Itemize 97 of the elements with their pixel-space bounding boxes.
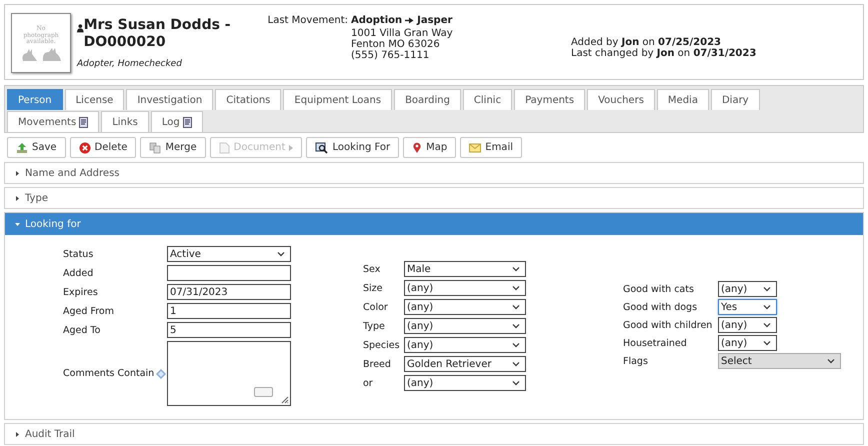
merge-icon — [149, 142, 162, 154]
dropdown[interactable]: Active — [167, 246, 291, 262]
field-label: Sex — [363, 264, 382, 274]
caret-right-icon — [15, 196, 20, 200]
text-area[interactable] — [167, 341, 291, 406]
field-label: Species — [363, 340, 401, 350]
dropdown[interactable]: Select — [718, 353, 841, 369]
tab[interactable]: Vouchers — [587, 89, 655, 110]
delete-icon — [78, 142, 91, 154]
caret-right-icon — [289, 144, 294, 150]
tab[interactable]: Media — [656, 89, 709, 110]
toolbar-button[interactable]: Merge — [140, 137, 206, 158]
chevron-down-icon — [512, 266, 520, 272]
input-field[interactable]: 5 — [167, 322, 291, 338]
input-field[interactable]: 07/31/2023 — [167, 284, 291, 300]
field-label: Status — [63, 248, 94, 260]
search-icon — [315, 142, 328, 154]
tab[interactable]: Person — [7, 89, 63, 110]
person-flags: Adopter, Homechecked — [77, 59, 183, 69]
chevron-down-icon — [512, 323, 520, 329]
input-field[interactable] — [167, 265, 291, 281]
chevron-down-icon — [512, 380, 520, 386]
tab[interactable]: Investigation — [126, 89, 214, 110]
toolbar-button[interactable]: Save — [7, 137, 66, 158]
tab[interactable]: Payments — [514, 89, 586, 110]
chevron-down-icon — [512, 304, 520, 310]
dropdown[interactable]: (any) — [404, 375, 526, 391]
field-label: Breed — [363, 358, 392, 370]
toolbar-button[interactable]: Email — [460, 137, 522, 158]
chevron-down-icon — [512, 342, 520, 348]
tab[interactable]: Citations — [215, 89, 282, 110]
chevron-down-icon — [827, 358, 835, 364]
field-label: Good with cats — [623, 284, 695, 294]
tab[interactable]: Boarding — [394, 89, 461, 110]
person-icon — [77, 22, 84, 34]
document-icon — [182, 116, 192, 128]
caret-right-icon — [15, 170, 20, 176]
toolbar-button[interactable]: Delete — [70, 137, 136, 158]
dropdown[interactable]: (any) — [718, 281, 777, 297]
save-icon — [16, 142, 28, 154]
document-icon — [79, 116, 88, 128]
tab[interactable]: Log — [150, 111, 203, 132]
dropdown[interactable]: (any) — [718, 335, 777, 351]
tab[interactable]: Clinic — [462, 89, 512, 110]
tab[interactable]: Equipment Loans — [283, 89, 392, 110]
chevron-down-icon — [277, 251, 285, 257]
field-label: Good with children — [623, 320, 714, 330]
input-field[interactable]: 1 — [167, 303, 291, 319]
tab[interactable]: Diary — [710, 89, 760, 110]
toolbar-button[interactable]: Map — [403, 137, 456, 158]
field-label: Housetrained — [623, 338, 688, 348]
map-pin-icon — [412, 142, 422, 154]
tab[interactable]: Movements — [7, 111, 100, 132]
field-label: or — [363, 378, 374, 388]
resize-grip-icon[interactable] — [281, 396, 289, 404]
dropdown[interactable]: Yes — [718, 299, 777, 315]
tab[interactable]: License — [64, 89, 124, 110]
chevron-down-icon — [512, 361, 520, 367]
field-label: Color — [363, 302, 389, 312]
field-label: Aged From — [63, 306, 114, 316]
chevron-down-icon — [763, 340, 771, 346]
envelope-icon — [469, 142, 482, 152]
person-name: Mrs Susan Dodds - DO000020 — [84, 17, 232, 51]
animal-name: Jasper — [417, 15, 452, 26]
address-line: Fenton MO 63026 — [351, 39, 441, 50]
field-label: Type — [363, 320, 386, 332]
chevron-down-icon — [512, 285, 520, 291]
field-label: Comments Contain — [63, 368, 154, 379]
caret-down-icon — [15, 222, 20, 226]
field-label: Good with dogs — [623, 302, 698, 312]
section-header[interactable]: Looking for — [5, 213, 863, 235]
dropdown[interactable]: (any) — [404, 337, 526, 353]
chevron-down-icon — [763, 304, 771, 310]
dropdown[interactable]: Golden Retriever — [404, 356, 526, 372]
dropdown[interactable]: (any) — [404, 280, 526, 296]
movement-type: Adoption — [351, 15, 402, 26]
caret-right-icon — [15, 432, 20, 436]
dropdown[interactable]: (any) — [404, 318, 526, 334]
chevron-down-icon — [763, 286, 771, 292]
dropdown[interactable]: (any) — [718, 317, 777, 333]
arrow-icon — [405, 17, 414, 24]
field-label: Aged To — [63, 324, 100, 336]
toolbar-button[interactable]: Looking For — [306, 137, 400, 158]
chevron-down-icon — [763, 322, 771, 328]
field-label: Expires — [63, 286, 98, 298]
address-line: 1001 Villa Gran Way — [351, 28, 454, 39]
dropdown[interactable]: (any) — [404, 299, 526, 315]
field-label: Flags — [623, 356, 649, 366]
changed-info: Last changed by Jon on 07/31/2023 — [571, 48, 756, 59]
movement-label: Last Movement: — [266, 15, 348, 26]
address-line: (555) 765-1111 — [351, 50, 430, 61]
field-label: Size — [363, 282, 384, 294]
field-label: Added — [63, 268, 94, 278]
tab[interactable]: Links — [101, 111, 149, 132]
document-icon — [218, 142, 230, 154]
added-info: Added by Jon on 07/25/2023 — [571, 37, 722, 48]
dropdown[interactable]: Male — [404, 261, 526, 277]
